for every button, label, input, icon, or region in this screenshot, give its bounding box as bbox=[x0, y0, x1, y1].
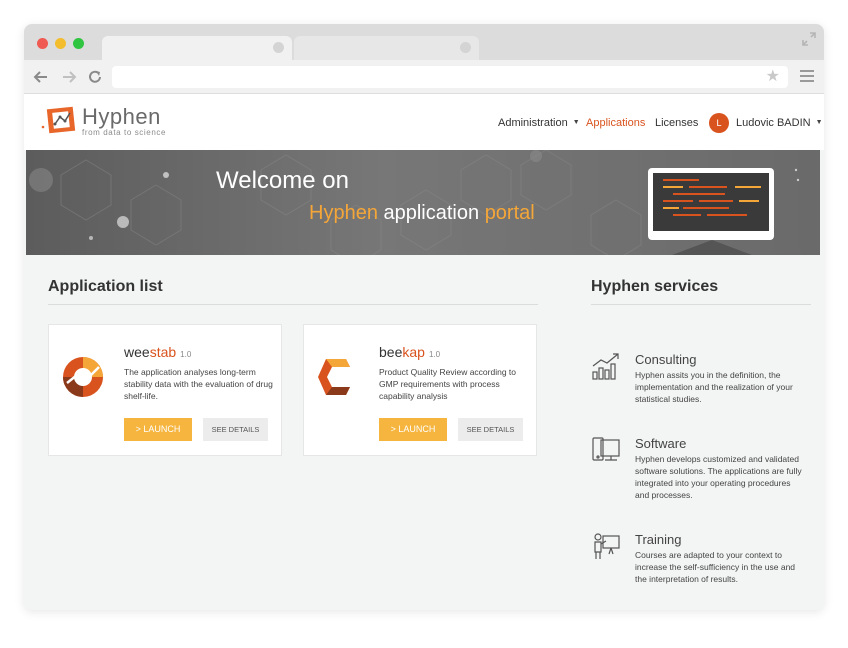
service-title: Software bbox=[635, 436, 687, 451]
nav-applications[interactable]: Applications bbox=[586, 117, 645, 129]
forward-arrow-icon[interactable] bbox=[60, 68, 78, 86]
page-content: Hyphen from data to science Administrati… bbox=[24, 94, 824, 610]
browser-menu-icon[interactable] bbox=[800, 70, 814, 83]
service-description: Hyphen assits you in the definition, the… bbox=[635, 370, 793, 404]
chevron-down-icon: ▼ bbox=[572, 119, 580, 126]
service-description: Hyphen develops customized and validated… bbox=[635, 454, 802, 500]
see-details-button[interactable]: SEE DETAILS bbox=[203, 418, 268, 441]
close-window-button[interactable] bbox=[37, 38, 48, 49]
hyphen-logo-icon[interactable] bbox=[40, 104, 80, 136]
code-screen-icon bbox=[653, 173, 769, 231]
service-title: Consulting bbox=[635, 352, 697, 367]
chart-growth-icon bbox=[592, 353, 619, 380]
tab-bar bbox=[24, 24, 824, 60]
divider bbox=[48, 304, 538, 305]
services-title: Hyphen services bbox=[591, 278, 719, 295]
browser-window: ★ Hyphen from data to science Administra… bbox=[24, 24, 824, 610]
chevron-down-icon: ▼ bbox=[815, 119, 823, 126]
maximize-window-button[interactable] bbox=[73, 38, 84, 49]
app-version: 1.0 bbox=[428, 350, 441, 359]
beekap-logo-icon bbox=[318, 359, 350, 395]
url-input[interactable]: ★ bbox=[112, 66, 788, 88]
banner-title-line1: Welcome on bbox=[216, 167, 349, 194]
site-header: Hyphen from data to science Administrati… bbox=[24, 94, 824, 150]
nav-administration-label: Administration bbox=[498, 117, 568, 129]
tab-close-icon[interactable] bbox=[460, 42, 471, 53]
devices-icon bbox=[592, 437, 620, 461]
back-arrow-icon[interactable] bbox=[32, 68, 50, 86]
bookmark-star-icon[interactable]: ★ bbox=[766, 68, 780, 86]
minimize-window-button[interactable] bbox=[55, 38, 66, 49]
weestab-logo-icon bbox=[63, 357, 103, 397]
reload-icon[interactable] bbox=[86, 68, 104, 86]
welcome-banner: Welcome on Hyphen application portal bbox=[26, 150, 820, 255]
launch-button[interactable]: > LAUNCH bbox=[379, 418, 447, 441]
app-name: weestab 1.0 bbox=[124, 344, 191, 360]
address-bar: ★ bbox=[24, 60, 824, 94]
app-name-prefix: bee bbox=[379, 344, 403, 360]
nav-licenses[interactable]: Licenses bbox=[655, 117, 698, 129]
browser-tab-inactive[interactable] bbox=[294, 36, 479, 60]
browser-tab-active[interactable] bbox=[102, 36, 292, 60]
monitor-stand bbox=[672, 240, 752, 255]
banner-application-word: application bbox=[377, 202, 485, 224]
user-menu[interactable]: Ludovic BADIN ▼ bbox=[736, 117, 823, 129]
app-name-prefix: wee bbox=[124, 344, 150, 360]
app-card-beekap: beekap 1.0 Product Quality Review accordi… bbox=[303, 324, 537, 456]
app-description: Product Quality Review according to GMP … bbox=[379, 367, 517, 401]
app-name-suffix: stab bbox=[149, 344, 177, 360]
brand-name: Hyphen bbox=[82, 104, 161, 129]
application-list-title: Application list bbox=[48, 278, 163, 295]
avatar[interactable]: L bbox=[709, 113, 729, 133]
user-name: Ludovic BADIN bbox=[736, 117, 811, 129]
divider bbox=[591, 304, 811, 305]
app-version: 1.0 bbox=[180, 350, 192, 359]
monitor-illustration bbox=[648, 168, 774, 240]
brand-tagline: from data to science bbox=[82, 128, 167, 137]
presenter-board-icon bbox=[594, 533, 620, 559]
service-description: Courses are adapted to your context to i… bbox=[635, 550, 796, 584]
app-name: beekap 1.0 bbox=[379, 344, 440, 360]
service-title: Training bbox=[635, 532, 682, 547]
banner-title-line2: Hyphen application portal bbox=[309, 202, 535, 225]
app-name-suffix: kap bbox=[402, 344, 425, 360]
nav-administration[interactable]: Administration ▼ bbox=[498, 117, 580, 129]
launch-button[interactable]: > LAUNCH bbox=[124, 418, 192, 441]
app-description: The application analyses long-term stabi… bbox=[124, 367, 273, 401]
banner-portal-word: portal bbox=[484, 202, 535, 224]
expand-icon[interactable] bbox=[802, 32, 816, 46]
app-card-weestab: weestab 1.0 The application analyses long… bbox=[48, 324, 282, 456]
banner-hyphen-word: Hyphen bbox=[309, 202, 378, 224]
see-details-button[interactable]: SEE DETAILS bbox=[458, 418, 523, 441]
tab-close-icon[interactable] bbox=[273, 42, 284, 53]
